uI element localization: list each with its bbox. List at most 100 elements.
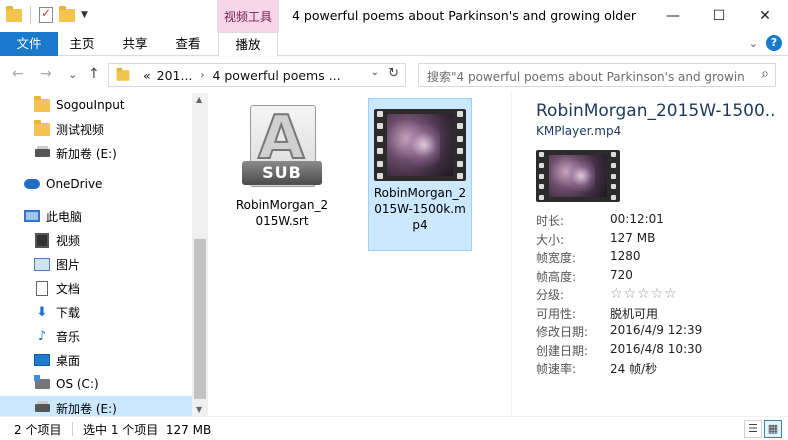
nav-item-label: 测试视频 — [56, 122, 105, 137]
film-sprocket-holes — [375, 111, 385, 179]
tab-file[interactable]: 文件 — [0, 32, 58, 56]
nav-item-label: OS (C:) — [56, 377, 99, 391]
property-row: 可用性: 脱机可用 — [536, 305, 702, 324]
tab-play[interactable]: 播放 — [218, 32, 278, 57]
os-drive-icon — [33, 375, 50, 389]
scrollbar-thumb[interactable] — [194, 239, 206, 399]
property-row: 帧高度: 720 — [536, 268, 702, 287]
nav-item-label: 新加卷 (E:) — [56, 146, 117, 161]
scroll-up-icon[interactable]: ▲ — [196, 95, 202, 104]
breadcrumb-overflow[interactable]: « — [143, 68, 151, 83]
tab-share[interactable]: 共享 — [115, 32, 155, 56]
toolbar-separator — [30, 6, 31, 24]
nav-item-music[interactable]: ♪ 音乐 — [0, 324, 192, 348]
nav-item-sogouinput[interactable]: SogouInput — [0, 93, 192, 117]
cloud-icon — [24, 179, 40, 189]
nav-item-drive-e[interactable]: 新加卷 (E:) — [0, 141, 192, 165]
nav-item-test-videos[interactable]: 测试视频 — [0, 117, 192, 141]
new-folder-icon[interactable] — [59, 5, 75, 22]
ribbon-right-controls: ⌄ ? — [749, 35, 782, 51]
navpane-scrollbar[interactable]: ▲ ▼ — [192, 93, 208, 416]
music-icon: ♪ — [37, 328, 47, 344]
forward-arrow-icon[interactable]: → — [40, 66, 52, 82]
nav-item-downloads[interactable]: ⬇ 下载 — [0, 300, 192, 324]
desktop-icon — [34, 354, 50, 366]
property-value: 2016/4/8 10:30 — [610, 341, 703, 356]
back-arrow-icon[interactable]: ← — [12, 66, 24, 82]
properties-icon[interactable] — [39, 6, 53, 23]
scroll-down-icon[interactable]: ▼ — [196, 405, 202, 414]
details-view-icon[interactable]: ☰ — [744, 420, 762, 438]
large-icons-view-icon[interactable]: ▦ — [764, 420, 782, 438]
details-thumbnail-icon — [536, 150, 620, 202]
property-value: 2016/4/9 12:39 — [610, 323, 703, 337]
sub-badge: SUB — [242, 161, 322, 185]
details-properties: 时长: 00:12:01 大小: 127 MB 帧宽度: 1280 帧高度: 7… — [536, 212, 702, 379]
tab-view[interactable]: 查看 — [168, 32, 208, 56]
search-input[interactable]: 搜索"4 powerful poems about Parkinson's an… — [427, 68, 745, 85]
address-dropdown-icon[interactable]: ⌄ — [371, 67, 379, 78]
nav-item-documents[interactable]: 文档 — [0, 276, 192, 300]
rating-stars[interactable]: ☆☆☆☆☆ — [610, 286, 678, 305]
nav-item-desktop[interactable]: 桌面 — [0, 348, 192, 372]
nav-item-os-c[interactable]: OS (C:) — [0, 372, 192, 396]
video-thumbnail — [549, 155, 607, 197]
nav-item-onedrive[interactable]: OneDrive — [0, 172, 192, 196]
star-icon[interactable]: ☆ — [624, 286, 637, 302]
star-icon[interactable]: ☆ — [610, 286, 623, 302]
property-value: 1280 — [610, 249, 641, 263]
nav-item-drive-e-selected[interactable]: 新加卷 (E:) — [0, 396, 192, 416]
status-separator — [72, 422, 73, 436]
minimize-button[interactable]: — — [650, 0, 696, 32]
property-key: 时长: — [536, 214, 565, 228]
search-box[interactable]: 搜索"4 powerful poems about Parkinson's an… — [418, 63, 776, 87]
property-value: 脱机可用 — [610, 306, 659, 321]
recent-locations-icon[interactable]: ⌄ — [68, 68, 77, 81]
maximize-button[interactable]: ☐ — [696, 0, 742, 32]
address-bar[interactable]: « 201... › 4 powerful poems ... ⌄ ↻ — [108, 63, 406, 87]
file-item-srt[interactable]: A SUB RobinMorgan_2 015W.srt — [230, 101, 334, 229]
property-row: 帧速率: 24 帧/秒 — [536, 360, 702, 379]
help-icon[interactable]: ? — [766, 35, 782, 51]
status-bar: 2 个项目 选中 1 个项目 127 MB ☰ ▦ — [0, 416, 788, 440]
star-icon[interactable]: ☆ — [637, 286, 650, 302]
folder-icon[interactable] — [6, 5, 22, 22]
up-arrow-icon[interactable]: ↑ — [88, 66, 100, 82]
nav-item-pictures[interactable]: 图片 — [0, 252, 192, 276]
nav-item-videos[interactable]: 视频 — [0, 228, 192, 252]
details-subtitle: KMPlayer.mp4 — [536, 124, 622, 138]
customize-toolbar-dropdown[interactable]: ▼ — [81, 10, 88, 20]
file-name-label: RobinMorgan_2 015W-1500k.m p4 — [369, 185, 471, 233]
nav-item-this-pc[interactable]: 此电脑 — [0, 204, 192, 228]
file-item-mp4[interactable]: RobinMorgan_2 015W-1500k.m p4 — [368, 98, 472, 251]
nav-item-label: 视频 — [56, 233, 81, 248]
breadcrumb-separator-icon[interactable]: › — [200, 70, 204, 81]
computer-icon — [24, 210, 40, 222]
refresh-icon[interactable]: ↻ — [388, 66, 399, 81]
tab-home[interactable]: 主页 — [62, 32, 102, 56]
property-row: 修改日期: 2016/4/9 12:39 — [536, 323, 702, 342]
window-controls: — ☐ ✕ — [650, 0, 788, 32]
property-value: 720 — [610, 267, 633, 282]
quick-access-toolbar: ▼ — [6, 5, 88, 24]
context-tab-video-tools: 视频工具 — [217, 0, 279, 32]
close-button[interactable]: ✕ — [742, 0, 788, 32]
breadcrumb-item[interactable]: 201... — [157, 68, 193, 83]
search-icon[interactable]: ⌕ — [761, 66, 769, 82]
breadcrumb-item[interactable]: 4 powerful poems ... — [212, 68, 340, 83]
property-value: 00:12:01 — [610, 212, 664, 226]
nav-item-label: 此电脑 — [46, 209, 83, 224]
property-key: 创建日期: — [536, 343, 589, 358]
selection-info: 选中 1 个项目 127 MB — [83, 423, 212, 437]
star-icon[interactable]: ☆ — [651, 286, 664, 302]
expand-ribbon-icon[interactable]: ⌄ — [749, 37, 758, 50]
navigation-pane: SogouInput 测试视频 新加卷 (E:) OneDrive 此电脑 视频… — [0, 93, 208, 416]
film-sprocket-holes — [455, 111, 465, 179]
download-icon: ⬇ — [36, 304, 48, 320]
property-key: 分级: — [536, 288, 565, 302]
property-row: 分级: ☆☆☆☆☆ — [536, 286, 702, 305]
nav-item-label: 音乐 — [56, 329, 81, 344]
navigation-bar: ← → ⌄ ↑ « 201... › 4 powerful poems ... … — [0, 57, 788, 93]
property-value: 24 帧/秒 — [610, 362, 658, 376]
star-icon[interactable]: ☆ — [664, 286, 677, 302]
